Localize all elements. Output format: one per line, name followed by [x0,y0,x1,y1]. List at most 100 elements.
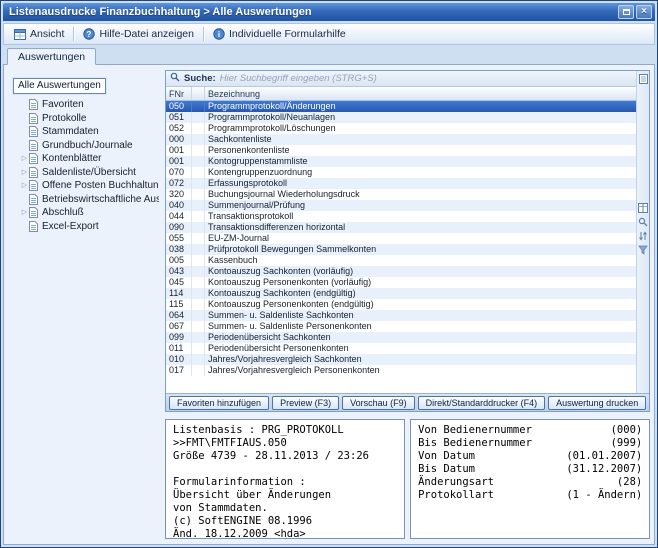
table-row[interactable]: 044 Transaktionsprotokoll [166,211,636,222]
table-row[interactable]: 043 Kontoauszug Sachkonten (vorläufig) [166,266,636,277]
tree-item[interactable]: ▷ Grundbuch/Journale [12,139,159,153]
table-row[interactable]: 017 Jahres/Vorjahresvergleich Personenko… [166,365,636,376]
document-icon [29,207,38,218]
tree-item[interactable]: ▷ Excel-Export [12,220,159,234]
window-icon [623,9,630,15]
tree-item[interactable]: ▷ Protokolle [12,112,159,126]
cell-mid [192,288,205,299]
tab-auswertungen[interactable]: Auswertungen [7,48,96,65]
cell-bezeichnung: Summenjournal/Prüfung [205,200,636,211]
tree-item[interactable]: ▷ Favoriten [12,98,159,112]
table-row[interactable]: 055 EU-ZM-Journal [166,233,636,244]
cell-fnr: 005 [166,255,192,266]
titlebar: Listenausdrucke Finanzbuchhaltung > Alle… [3,3,655,21]
column-header-mid[interactable] [192,87,205,100]
search-bar: Suche: [166,71,636,87]
tabstrip: Auswertungen [3,45,655,64]
table-row[interactable]: 011 Periodenübersicht Personenkonten [166,343,636,354]
close-button[interactable]: × [636,5,652,19]
column-header-bezeichnung[interactable]: Bezeichnung [205,87,636,100]
tree-item[interactable]: ▷ Saldenliste/Übersicht [12,166,159,180]
table-row[interactable]: 067 Summen- u. Saldenliste Personenkonte… [166,321,636,332]
table-body: 050 Programmprotokoll/Änderungen 051 Pro… [166,101,636,393]
action-button[interactable]: Favoriten hinzufügen [169,396,269,410]
tree-item[interactable]: ▷ Offene Posten Buchhaltung [12,179,159,193]
hilfe-datei-button[interactable]: ? Hilfe-Datei anzeigen [77,26,200,42]
close-icon: × [641,7,647,17]
cell-fnr: 114 [166,288,192,299]
info-line: Übersicht über Änderungen [173,489,397,502]
search-input[interactable] [220,73,633,84]
column-header-fnr[interactable]: FNr [166,87,192,100]
cell-mid [192,266,205,277]
filter-icon[interactable] [638,244,649,255]
expand-icon[interactable]: ▷ [20,169,29,176]
cell-mid [192,200,205,211]
cell-fnr: 001 [166,156,192,167]
cell-fnr: 010 [166,354,192,365]
ansicht-button[interactable]: Ansicht [8,26,70,42]
sort-icon[interactable] [638,230,649,241]
table-row[interactable]: 090 Transaktionsdifferenzen horizontal [166,222,636,233]
parameter-label: Bis Datum [418,463,475,476]
action-button[interactable]: Direkt/Standarddrucker (F4) [418,396,546,410]
expand-icon[interactable]: ▷ [20,209,29,216]
cell-mid [192,299,205,310]
cell-fnr: 045 [166,277,192,288]
cell-fnr: 001 [166,145,192,156]
cell-bezeichnung: Sachkontenliste [205,134,636,145]
tree-item-alle-auswertungen[interactable]: Alle Auswertungen [13,78,106,94]
table-row[interactable]: 005 Kassenbuch [166,255,636,266]
cell-mid [192,134,205,145]
list-tool-strip [636,71,649,393]
tree-item-label: Grundbuch/Journale [42,140,133,151]
document-icon [29,113,38,124]
table-row[interactable]: 040 Summenjournal/Prüfung [166,200,636,211]
tree-item[interactable]: ▷ Betriebswirtschaftliche Auswertungen [12,193,159,207]
table-row[interactable]: 052 Programmprotokoll/Löschungen [166,123,636,134]
cell-bezeichnung: Kontoauszug Sachkonten (endgültig) [205,288,636,299]
cell-bezeichnung: Jahres/Vorjahresvergleich Sachkonten [205,354,636,365]
cell-mid [192,277,205,288]
cell-bezeichnung: Summen- u. Saldenliste Sachkonten [205,310,636,321]
table-row[interactable]: 038 Prüfprotokoll Bewegungen Sammelkonte… [166,244,636,255]
formularhilfe-button[interactable]: i Individuelle Formularhilfe [207,26,352,42]
columns-icon[interactable] [638,202,649,213]
table-row[interactable]: 050 Programmprotokoll/Änderungen [166,101,636,112]
action-button[interactable]: Vorschau (F9) [342,396,415,410]
table-row[interactable]: 070 Kontengruppenzuordnung [166,167,636,178]
cell-bezeichnung: Personenkontenliste [205,145,636,156]
cell-mid [192,123,205,134]
table-row[interactable]: 064 Summen- u. Saldenliste Sachkonten [166,310,636,321]
table-row[interactable]: 001 Personenkontenliste [166,145,636,156]
cell-mid [192,332,205,343]
table-row[interactable]: 051 Programmprotokoll/Neuanlagen [166,112,636,123]
table-row[interactable]: 099 Periodenübersicht Sachkonten [166,332,636,343]
document-icon [29,221,38,232]
table-row[interactable]: 115 Kontoauszug Personenkonten (endgülti… [166,299,636,310]
table-row[interactable]: 010 Jahres/Vorjahresvergleich Sachkonten [166,354,636,365]
table-row[interactable]: 045 Kontoauszug Personenkonten (vorläufi… [166,277,636,288]
quick-search-icon[interactable] [638,216,649,227]
table-row[interactable]: 320 Buchungsjournal Wiederholungsdruck [166,189,636,200]
parameter-label: Von Datum [418,450,475,463]
tree-item[interactable]: ▷ Kontenblätter [12,152,159,166]
expand-icon[interactable]: ▷ [20,182,29,189]
table-row[interactable]: 114 Kontoauszug Sachkonten (endgültig) [166,288,636,299]
tree-item[interactable]: ▷ Stammdaten [12,125,159,139]
tree-item[interactable]: ▷ Abschluß [12,206,159,220]
table-row[interactable]: 001 Kontogruppenstammliste [166,156,636,167]
info-line: Listenbasis : PRG_PROTOKOLL [173,424,397,437]
titlebar-window-button[interactable] [618,5,634,19]
tree-panel: Alle Auswertungen ▷ Favoriten ▷ Protokol… [9,70,159,539]
table-row[interactable]: 072 Erfassungsprotokoll [166,178,636,189]
action-button[interactable]: Preview (F3) [272,396,339,410]
tree-item-label: Kontenblätter [42,153,102,164]
tree-item-label: Abschluß [42,207,84,218]
table-row[interactable]: 000 Sachkontenliste [166,134,636,145]
action-button[interactable]: Auswertung drucken [548,396,646,410]
save-layout-icon[interactable] [638,73,649,84]
cell-fnr: 038 [166,244,192,255]
parameter-row: Von Bedienernummer (000) [418,424,642,437]
expand-icon[interactable]: ▷ [20,155,29,162]
